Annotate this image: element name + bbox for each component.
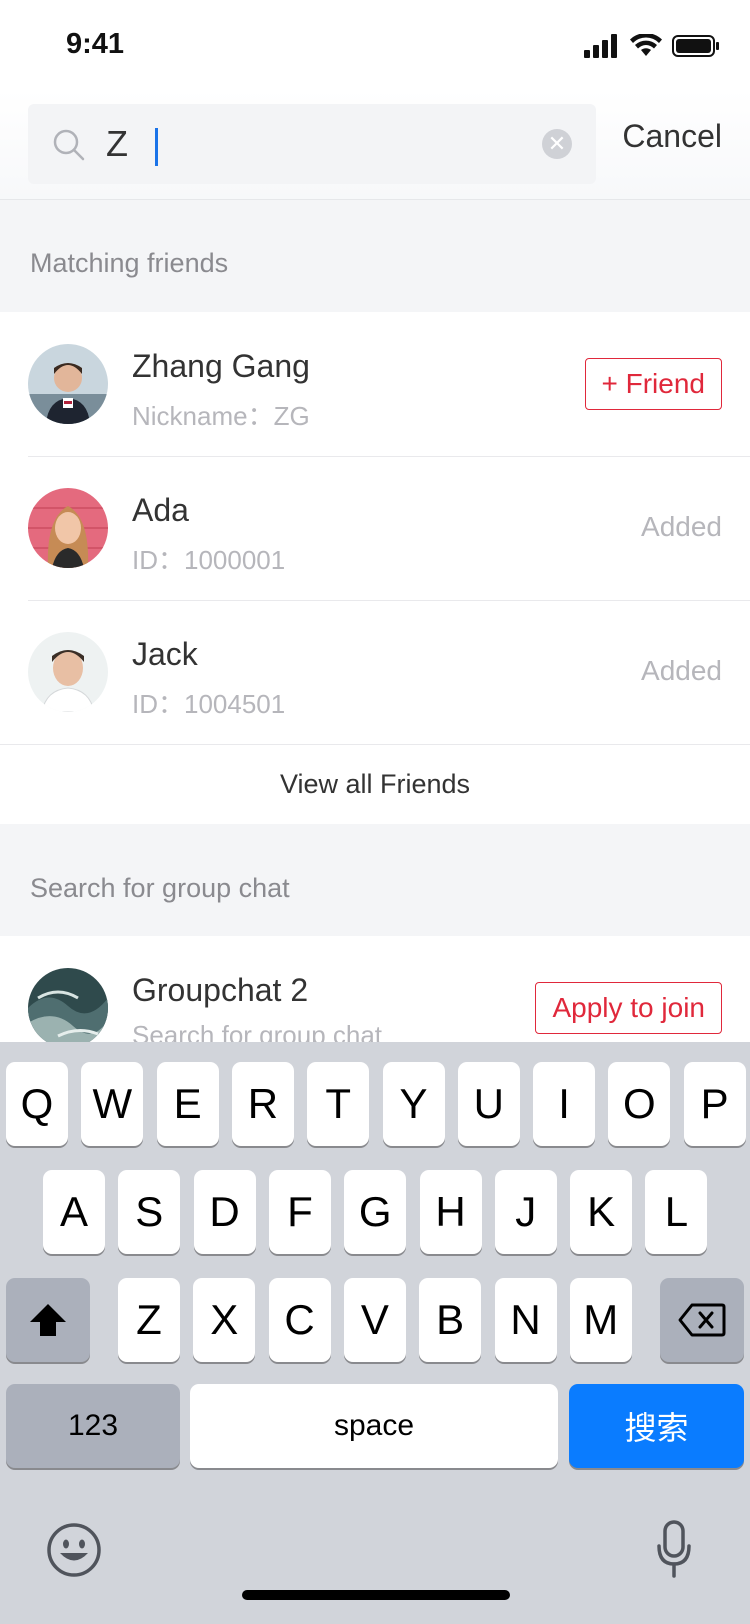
key-h[interactable]: H [419,1170,482,1254]
groups-list: Groupchat 2 Search for group chat Apply … [0,936,750,1042]
list-item[interactable]: Jack ID：1004501 Added [0,600,750,744]
key-z[interactable]: Z [118,1278,180,1362]
friend-id: ID：1000001 [132,545,286,575]
battery-icon [672,35,719,57]
cancel-button[interactable]: Cancel [622,118,722,155]
section-title-groups: Search for group chat [30,873,290,903]
friend-nickname: Nickname：ZG [132,401,310,431]
numbers-key[interactable]: 123 [6,1384,180,1468]
friend-name: Zhang Gang [132,348,310,384]
status-icons [584,32,720,60]
add-friend-label: + Friend [601,368,706,399]
key-k[interactable]: K [570,1170,633,1254]
friend-name: Jack [132,636,198,672]
key-l[interactable]: L [645,1170,708,1254]
view-all-friends-button[interactable]: View all Friends [0,744,750,824]
search-input[interactable] [106,116,546,172]
key-r[interactable]: R [231,1062,294,1146]
list-item[interactable]: Groupchat 2 Search for group chat Apply … [0,936,750,1042]
emoji-icon [47,1523,101,1577]
avatar [28,344,108,424]
key-a[interactable]: A [43,1170,105,1254]
section-title-friends: Matching friends [30,248,229,278]
friend-name: Ada [132,492,189,528]
text-caret [155,128,158,166]
add-friend-button[interactable]: + Friend [584,358,722,410]
apply-to-join-button[interactable]: Apply to join [535,982,722,1034]
key-b[interactable]: B [419,1278,482,1362]
cellular-signal-icon [584,34,617,58]
search-box[interactable]: ✕ [28,104,596,184]
shift-icon [30,1304,66,1336]
wifi-icon [630,34,662,56]
key-s[interactable]: S [118,1170,181,1254]
key-x[interactable]: X [193,1278,256,1362]
key-n[interactable]: N [494,1278,557,1362]
key-t[interactable]: T [307,1062,370,1146]
backspace-key[interactable] [660,1278,744,1362]
microphone-button[interactable] [656,1520,692,1580]
group-description: Search for group chat [132,1020,383,1042]
key-j[interactable]: J [494,1170,557,1254]
space-key[interactable]: space [190,1384,558,1468]
microphone-icon [657,1520,691,1578]
key-p[interactable]: P [683,1062,746,1146]
avatar [28,488,108,568]
status-time: 9:41 [66,28,125,60]
search-header: ✕ Cancel [0,90,750,200]
added-status: Added [641,511,722,542]
key-c[interactable]: C [268,1278,331,1362]
home-indicator [242,1590,510,1600]
key-i[interactable]: I [533,1062,596,1146]
avatar [28,632,108,712]
key-u[interactable]: U [457,1062,520,1146]
backspace-icon [678,1303,726,1337]
friend-id: ID：1004501 [132,689,286,719]
emoji-button[interactable] [46,1522,102,1578]
key-w[interactable]: W [81,1062,144,1146]
shift-key[interactable] [6,1278,90,1362]
search-key[interactable]: 搜索 [569,1384,744,1468]
key-g[interactable]: G [344,1170,407,1254]
key-f[interactable]: F [268,1170,331,1254]
clear-icon[interactable]: ✕ [542,129,572,159]
key-y[interactable]: Y [382,1062,445,1146]
search-icon [53,129,85,161]
friends-list: Zhang Gang Nickname：ZG + Friend Ada ID：1… [0,312,750,824]
apply-to-join-label: Apply to join [552,992,705,1023]
key-d[interactable]: D [193,1170,256,1254]
list-item[interactable]: Ada ID：1000001 Added [0,456,750,600]
key-e[interactable]: E [156,1062,219,1146]
keyboard: QWERTYUIOP ASDFGHJKL ZXCVBNM 123 space 搜… [0,1042,750,1624]
key-m[interactable]: M [569,1278,632,1362]
avatar [28,968,108,1042]
added-status: Added [641,655,722,686]
key-o[interactable]: O [608,1062,671,1146]
key-q[interactable]: Q [6,1062,68,1146]
list-item[interactable]: Zhang Gang Nickname：ZG + Friend [0,312,750,456]
status-bar: 9:41 [0,0,750,90]
group-name: Groupchat 2 [132,972,309,1008]
key-v[interactable]: V [343,1278,406,1362]
